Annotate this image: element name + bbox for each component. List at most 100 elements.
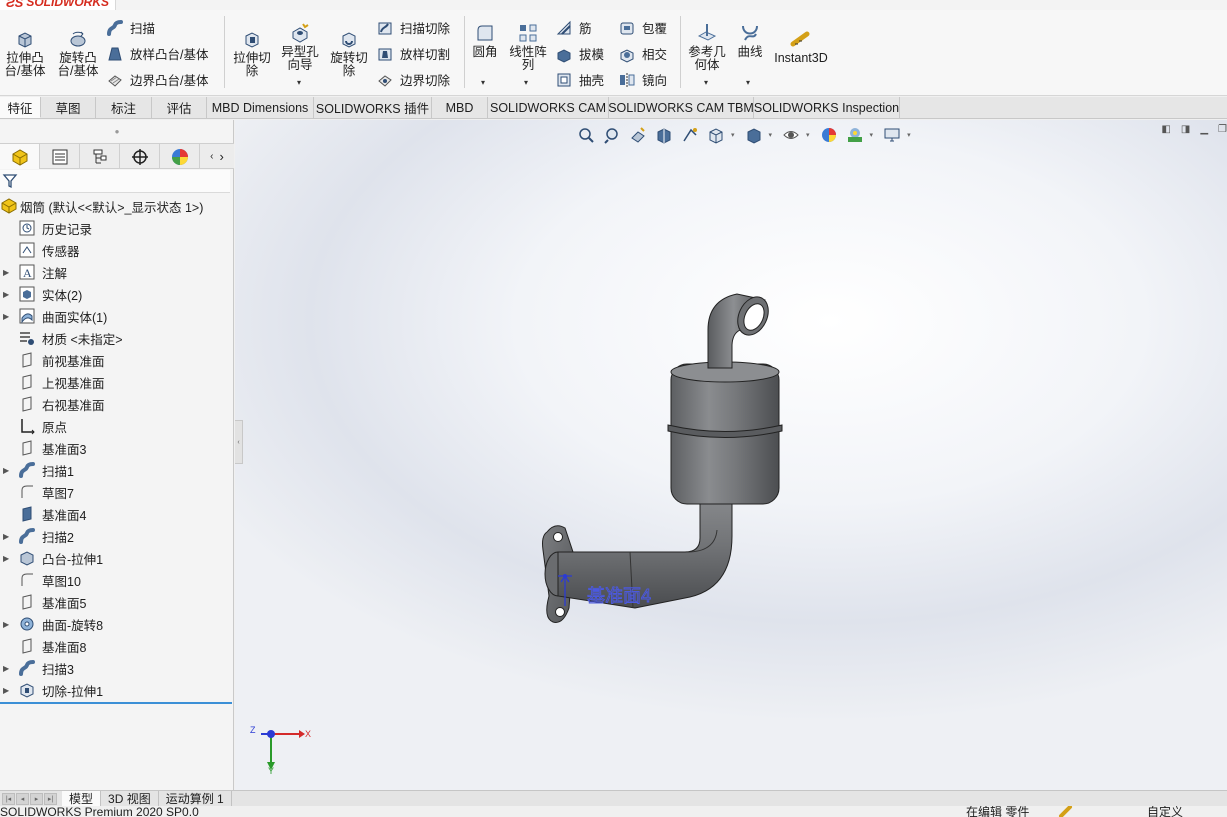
rib-button[interactable]: 筋 [555,18,592,37]
view-settings-button[interactable] [881,125,903,145]
tab-mbd[interactable]: MBD [432,97,488,118]
tree-filter-bar[interactable] [0,170,230,193]
expand-arrow-icon[interactable]: ▶ [3,466,9,475]
display-manager-tab[interactable] [160,144,200,169]
extrude-cut-button[interactable]: 拉伸切 除 [229,28,275,78]
linear-pattern-button[interactable]: 线性阵 列 [506,22,550,72]
panel-splitter-handle[interactable]: ● [0,120,234,142]
tab-solidworks-addins[interactable]: SOLIDWORKS 插件 [314,97,432,118]
tree-item-origin[interactable]: 原点 [0,415,234,437]
linear-pattern-dropdown-icon[interactable]: ▾ [524,78,528,87]
sweep-cut-button[interactable]: 扫描切除 [376,18,450,37]
view-settings-dropdown-icon[interactable]: ▾ [907,131,911,139]
exhaust-pipe-model[interactable]: 基准面4 [525,290,785,635]
fillet-dropdown-icon[interactable]: ▾ [481,78,485,87]
hide-show-dropdown-icon[interactable]: ▾ [806,131,810,139]
apply-scene-button[interactable] [844,125,866,145]
solidworks-logo[interactable]: ƧS SOLIDWORKS [0,0,117,10]
sweep-button[interactable]: 扫描 [106,18,155,37]
previous-view-button[interactable] [627,125,649,145]
instant3d-button[interactable]: Instant3D [774,28,828,65]
zoom-to-area-button[interactable] [601,125,623,145]
dynamic-annotation-button[interactable] [679,125,701,145]
hide-show-items-button[interactable] [780,125,802,145]
display-style-dropdown-icon[interactable]: ▾ [769,131,773,139]
tree-item-boss-extrude1[interactable]: ▶ 凸台-拉伸1 [0,547,234,569]
tree-item-plane8[interactable]: 基准面8 [0,635,234,657]
minimize-icon[interactable]: ▁ [1200,124,1208,135]
curves-dropdown-icon[interactable]: ▾ [746,78,750,87]
view-orientation-dropdown-icon[interactable]: ▾ [731,131,735,139]
tab-sketch[interactable]: 草图 [41,97,96,118]
reference-geometry-dropdown-icon[interactable]: ▾ [704,78,708,87]
curves-button[interactable]: 曲线 [734,22,766,59]
tree-item-cut-extrude1[interactable]: ▶ 切除-拉伸1 [0,679,234,701]
tab-evaluate[interactable]: 评估 [152,97,207,118]
next-tab-icon[interactable]: ▸ [30,792,43,805]
tree-item-top-plane[interactable]: 上视基准面 [0,371,234,393]
extrude-boss-button[interactable]: 拉伸凸 台/基体 [2,28,48,78]
configurationmanager-tab[interactable] [80,144,120,169]
scroll-left-icon[interactable]: ‹ [210,151,213,162]
featuremanager-tab[interactable] [0,144,40,169]
panel-collapse-grip[interactable]: ‹ [235,420,243,464]
tab-solidworks-inspection[interactable]: SOLIDWORKS Inspection [754,97,900,118]
boundary-boss-button[interactable]: 边界凸台/基体 [106,70,208,89]
tree-item-history[interactable]: 历史记录 [0,217,234,239]
loft-cut-button[interactable]: 放样切割 [376,44,450,63]
expand-arrow-icon[interactable]: ▶ [3,686,9,695]
expand-arrow-icon[interactable]: ▶ [3,532,9,541]
reference-geometry-button[interactable]: 参考几 何体 [684,22,730,72]
tree-item-sweep1[interactable]: ▶ 扫描1 [0,459,234,481]
scene-dropdown-icon[interactable]: ▾ [870,131,874,139]
tile-right-icon[interactable]: ◨ [1181,124,1190,135]
tree-item-material[interactable]: 材质 <未指定> [0,327,234,349]
tree-item-sketch10[interactable]: 草图10 [0,569,234,591]
prev-tab-icon[interactable]: ◂ [16,792,29,805]
expand-arrow-icon[interactable]: ▶ [3,268,9,277]
draft-button[interactable]: 拔模 [555,44,604,63]
last-tab-icon[interactable]: ▸| [44,792,57,805]
tree-root-part[interactable]: 烟筒 (默认<<默认>_显示状态 1>) [0,195,234,217]
intersect-button[interactable]: 相交 [618,44,667,63]
wrap-button[interactable]: 包覆 [618,18,667,37]
first-tab-icon[interactable]: |◂ [2,792,15,805]
revolve-boss-button[interactable]: 旋转凸 台/基体 [54,28,102,78]
tree-item-surface-revolve8[interactable]: ▶ 曲面-旋转8 [0,613,234,635]
mirror-button[interactable]: 镜向 [618,70,667,89]
tree-item-sketch7[interactable]: 草图7 [0,481,234,503]
dimxpert-tab[interactable] [120,144,160,169]
rebuild-icon[interactable] [1058,806,1074,817]
hole-wizard-dropdown-icon[interactable]: ▾ [297,78,301,87]
shell-button[interactable]: 抽壳 [555,70,604,89]
tab-markup[interactable]: 标注 [96,97,152,118]
boundary-cut-button[interactable]: 边界切除 [376,70,450,89]
rollback-bar[interactable] [0,702,232,704]
loft-boss-button[interactable]: 放样凸台/基体 [106,44,208,63]
tree-item-annotations[interactable]: ▶ A 注解 [0,261,234,283]
tab-motion-study-1[interactable]: 运动算例 1 [159,791,232,806]
restore-icon[interactable]: ❐ [1218,124,1227,135]
tree-item-plane3[interactable]: 基准面3 [0,437,234,459]
view-orientation-button[interactable] [705,125,727,145]
hole-wizard-button[interactable]: 异型孔 向导 [277,22,323,72]
expand-arrow-icon[interactable]: ▶ [3,664,9,673]
tree-item-right-plane[interactable]: 右视基准面 [0,393,234,415]
tree-item-plane5[interactable]: 基准面5 [0,591,234,613]
status-units-text[interactable]: 自定义 [1147,806,1183,817]
tab-model[interactable]: 模型 [62,791,102,806]
expand-arrow-icon[interactable]: ▶ [3,312,9,321]
tree-item-sweep3[interactable]: ▶ 扫描3 [0,657,234,679]
expand-arrow-icon[interactable]: ▶ [3,290,9,299]
edit-appearance-button[interactable] [818,125,840,145]
tree-item-plane4[interactable]: 基准面4 [0,503,234,525]
tab-solidworks-cam[interactable]: SOLIDWORKS CAM [488,97,609,118]
revolve-cut-button[interactable]: 旋转切 除 [326,28,372,78]
tree-item-sweep2[interactable]: ▶ 扫描2 [0,525,234,547]
tree-item-surface-bodies[interactable]: ▶ 曲面实体(1) [0,305,234,327]
tree-item-front-plane[interactable]: 前视基准面 [0,349,234,371]
zoom-to-fit-button[interactable] [575,125,597,145]
graphics-area[interactable]: ◧ ◨ ▁ ❐ ▾ ▾ ▾ ▾ ▾ ‹ 基准面4 X Y Z [235,120,1227,790]
tab-3d-views[interactable]: 3D 视图 [101,791,159,806]
tab-features[interactable]: 特征 [0,97,41,118]
